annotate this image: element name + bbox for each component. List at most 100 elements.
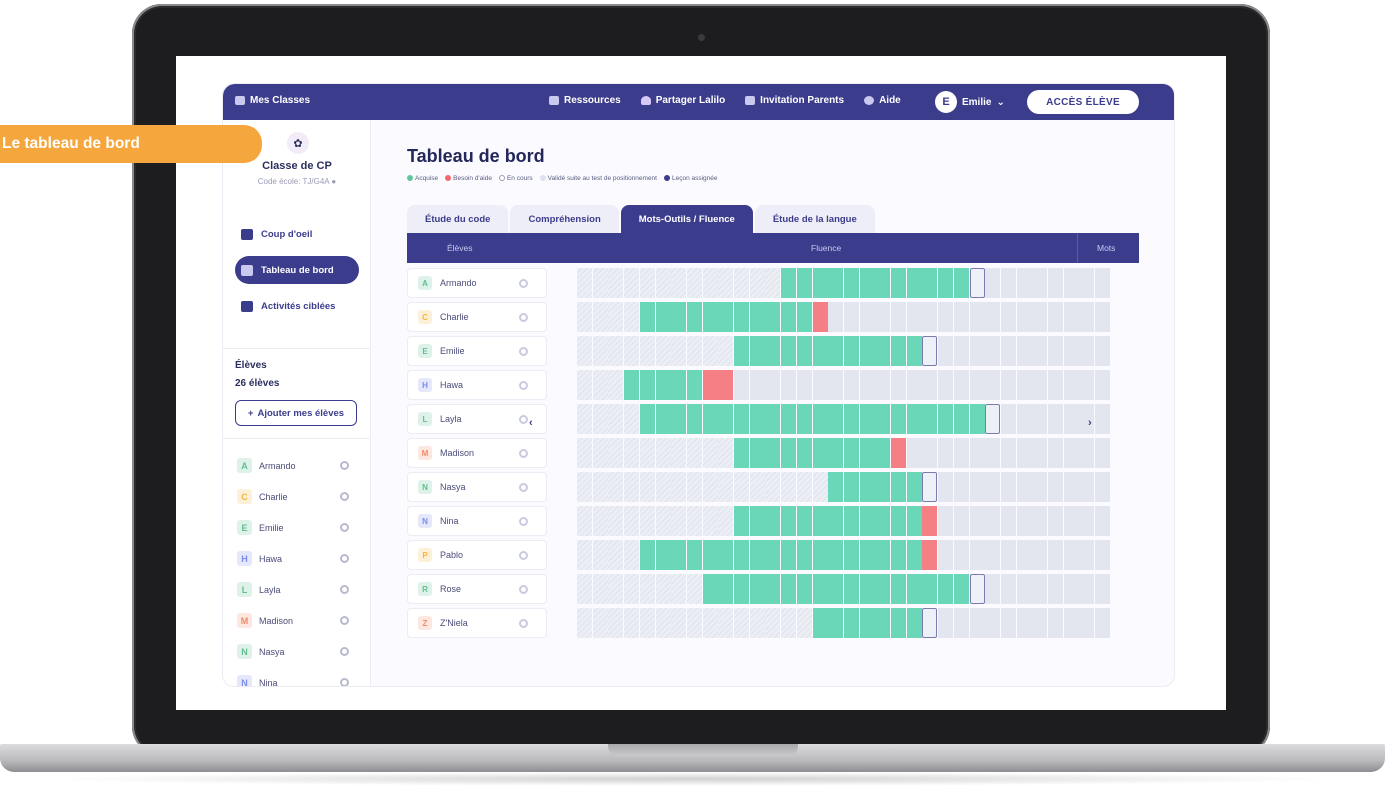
- progress-cell[interactable]: [749, 268, 765, 298]
- progress-cell[interactable]: [671, 302, 687, 332]
- mes-classes-link[interactable]: Mes Classes: [235, 95, 310, 106]
- progress-cell[interactable]: [718, 608, 734, 638]
- progress-cell[interactable]: [812, 540, 828, 570]
- progress-cell[interactable]: [875, 336, 891, 366]
- progress-cell[interactable]: [624, 540, 640, 570]
- progress-cell[interactable]: [702, 540, 718, 570]
- progress-cell[interactable]: [812, 370, 828, 400]
- progress-cell[interactable]: [969, 336, 985, 366]
- sidebar-item-coup-doeil[interactable]: Coup d'oeil: [235, 220, 359, 248]
- progress-cell[interactable]: [922, 608, 938, 638]
- progress-cell[interactable]: [1016, 404, 1032, 434]
- progress-cell[interactable]: [1079, 370, 1095, 400]
- progress-cell[interactable]: [985, 268, 1001, 298]
- progress-cell[interactable]: [734, 608, 749, 638]
- progress-cell[interactable]: [891, 302, 906, 332]
- progress-cell[interactable]: [1063, 438, 1079, 468]
- progress-cell[interactable]: [938, 404, 954, 434]
- progress-cell[interactable]: [781, 608, 797, 638]
- progress-cell[interactable]: [796, 268, 812, 298]
- progress-cell[interactable]: [718, 506, 734, 536]
- progress-cell[interactable]: [734, 336, 749, 366]
- progress-cell[interactable]: [812, 302, 828, 332]
- progress-cell[interactable]: [796, 506, 812, 536]
- nav-ressources[interactable]: Ressources: [549, 95, 621, 106]
- progress-cell[interactable]: [718, 336, 734, 366]
- gear-icon[interactable]: [340, 647, 349, 656]
- progress-cell[interactable]: [875, 370, 891, 400]
- progress-cell[interactable]: [592, 608, 608, 638]
- eye-icon[interactable]: [519, 414, 528, 424]
- progress-cell[interactable]: [843, 438, 859, 468]
- progress-cell[interactable]: [922, 472, 938, 502]
- progress-cell[interactable]: [749, 608, 765, 638]
- progress-cell[interactable]: [671, 370, 687, 400]
- progress-cell[interactable]: [1095, 540, 1111, 570]
- progress-cell[interactable]: [765, 472, 781, 502]
- progress-cell[interactable]: [639, 370, 655, 400]
- progress-cell[interactable]: [1095, 574, 1111, 604]
- progress-cell[interactable]: [812, 404, 828, 434]
- progress-cell[interactable]: [749, 370, 765, 400]
- progress-cell[interactable]: [686, 506, 702, 536]
- progress-cell[interactable]: [1063, 506, 1079, 536]
- progress-cell[interactable]: [922, 302, 938, 332]
- progress-cell[interactable]: [859, 540, 875, 570]
- progress-cell[interactable]: [875, 268, 891, 298]
- progress-cell[interactable]: [828, 540, 844, 570]
- student-cell[interactable]: P Pablo: [407, 540, 547, 570]
- progress-cell[interactable]: [655, 574, 671, 604]
- progress-cell[interactable]: [718, 438, 734, 468]
- progress-cell[interactable]: [639, 404, 655, 434]
- acces-eleve-button[interactable]: ACCÈS ÉLÈVE: [1027, 90, 1139, 114]
- progress-cell[interactable]: [843, 540, 859, 570]
- progress-cell[interactable]: [906, 540, 922, 570]
- progress-cell[interactable]: [953, 472, 969, 502]
- student-cell[interactable]: A Armando: [407, 268, 547, 298]
- progress-cell[interactable]: [796, 404, 812, 434]
- progress-cell[interactable]: [922, 370, 938, 400]
- progress-cell[interactable]: [843, 370, 859, 400]
- progress-cell[interactable]: [686, 268, 702, 298]
- eye-icon[interactable]: [519, 312, 528, 322]
- progress-cell[interactable]: [796, 472, 812, 502]
- progress-cell[interactable]: [891, 506, 906, 536]
- progress-cell[interactable]: [749, 574, 765, 604]
- progress-cell[interactable]: [655, 608, 671, 638]
- progress-cell[interactable]: [781, 268, 797, 298]
- progress-cell[interactable]: [1016, 506, 1032, 536]
- progress-cell[interactable]: [592, 574, 608, 604]
- sidebar-student-item[interactable]: A Armando: [237, 450, 357, 481]
- progress-cell[interactable]: [781, 438, 797, 468]
- progress-cell[interactable]: [686, 472, 702, 502]
- progress-cell[interactable]: [1079, 404, 1095, 434]
- add-students-button[interactable]: + Ajouter mes élèves: [235, 400, 357, 426]
- progress-cell[interactable]: [796, 438, 812, 468]
- progress-cell[interactable]: [608, 472, 624, 502]
- progress-cell[interactable]: [859, 438, 875, 468]
- progress-cell[interactable]: [859, 472, 875, 502]
- progress-cell[interactable]: [938, 506, 954, 536]
- progress-cell[interactable]: [1063, 540, 1079, 570]
- progress-cell[interactable]: [953, 336, 969, 366]
- progress-cell[interactable]: [1063, 268, 1079, 298]
- progress-cell[interactable]: [891, 370, 906, 400]
- progress-cell[interactable]: [686, 574, 702, 604]
- nav-partager[interactable]: Partager Lalilo: [640, 95, 725, 106]
- progress-cell[interactable]: [702, 608, 718, 638]
- progress-cell[interactable]: [749, 540, 765, 570]
- sidebar-item-activites-ciblees[interactable]: Activités ciblées: [235, 292, 359, 320]
- progress-cell[interactable]: [843, 574, 859, 604]
- progress-cell[interactable]: [639, 506, 655, 536]
- progress-cell[interactable]: [718, 302, 734, 332]
- progress-cell[interactable]: [577, 302, 592, 332]
- progress-cell[interactable]: [843, 472, 859, 502]
- progress-cell[interactable]: [702, 370, 718, 400]
- progress-cell[interactable]: [1095, 472, 1111, 502]
- progress-cell[interactable]: [1016, 336, 1032, 366]
- progress-cell[interactable]: [655, 404, 671, 434]
- progress-cell[interactable]: [608, 404, 624, 434]
- progress-cell[interactable]: [655, 302, 671, 332]
- progress-cell[interactable]: [639, 608, 655, 638]
- progress-cell[interactable]: [938, 268, 954, 298]
